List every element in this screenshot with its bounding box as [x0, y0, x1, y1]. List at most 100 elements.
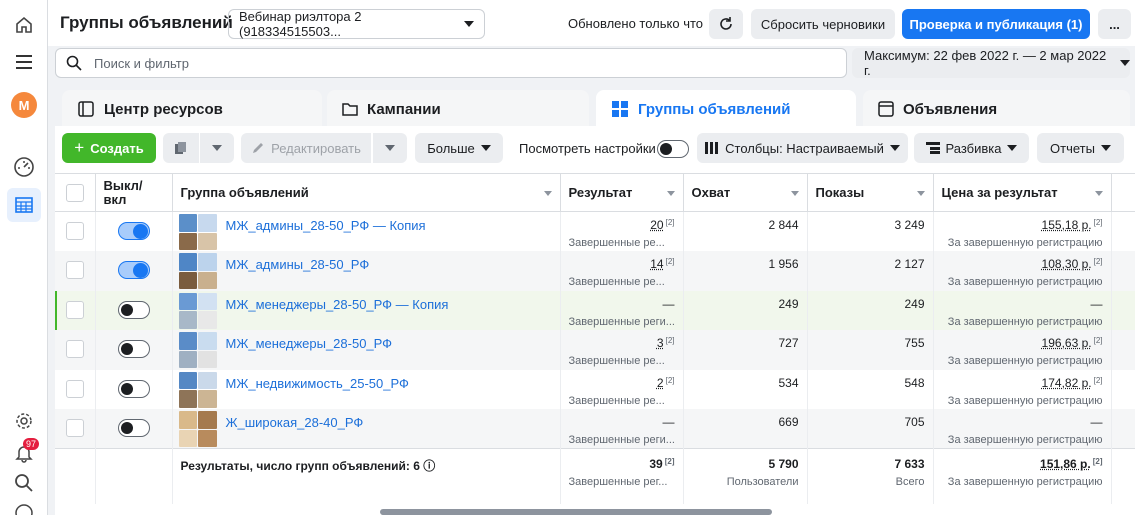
info-icon[interactable]: ⓘ — [423, 459, 435, 473]
row-checkbox[interactable] — [65, 300, 84, 319]
column-header-ad-set[interactable]: Группа объявлений — [172, 173, 561, 212]
row-toggle-cell[interactable] — [95, 290, 173, 330]
result-value[interactable]: 14 — [650, 257, 663, 271]
discard-drafts-button[interactable]: Сбросить черновики — [751, 9, 895, 39]
table-row[interactable]: Ж_широкая_28-40_РФ — Завершенные реги...… — [55, 409, 1135, 449]
edit-button[interactable]: Редактировать — [241, 133, 371, 163]
cost-cell: 196,63 р. [2] За завершенную регистрацию — [933, 330, 1112, 370]
table-row[interactable]: МЖ_админы_28-50_РФ 14 [2] Завершенные ре.… — [55, 251, 1135, 291]
column-header-cost-per-result[interactable]: Цена за результат — [933, 173, 1112, 212]
column-header-impressions[interactable]: Показы — [807, 173, 934, 212]
row-checkbox[interactable] — [65, 379, 84, 398]
ad-set-name-cell[interactable]: МЖ_недвижимость_25-50_РФ — [172, 369, 561, 409]
attribution-note: [2] — [1093, 218, 1103, 227]
result-value[interactable]: 3 — [657, 336, 664, 350]
row-checkbox[interactable] — [65, 222, 84, 240]
ad-set-name-cell[interactable]: МЖ_менеджеры_28-50_РФ — Копия — [172, 290, 561, 330]
ad-set-name-link[interactable]: МЖ_недвижимость_25-50_РФ — [226, 376, 409, 391]
sort-icon — [1094, 191, 1103, 196]
row-checkbox[interactable] — [65, 419, 84, 437]
ad-set-toggle[interactable] — [117, 261, 150, 279]
cost-value[interactable]: 196,63 р. — [1042, 336, 1092, 350]
view-settings-toggle[interactable] — [657, 140, 689, 158]
row-checkbox[interactable] — [65, 261, 84, 279]
create-button[interactable]: + Создать — [62, 133, 156, 163]
notifications-bell-icon[interactable]: 97 — [7, 436, 41, 470]
settings-gear-icon[interactable] — [7, 404, 41, 438]
row-select-cell[interactable] — [55, 409, 96, 449]
reports-button[interactable]: Отчеты — [1037, 133, 1124, 163]
home-icon[interactable] — [7, 8, 41, 42]
select-all-checkbox[interactable] — [65, 183, 84, 202]
ads-manager-table-icon[interactable] — [7, 188, 41, 222]
ad-set-name-link[interactable]: МЖ_админы_28-50_РФ — Копия — [226, 218, 426, 233]
row-select-cell[interactable] — [55, 251, 96, 291]
search-input[interactable] — [94, 55, 794, 71]
tab-resource-center[interactable]: Центр ресурсов — [62, 90, 322, 128]
tab-ad-sets[interactable]: Группы объявлений — [596, 90, 856, 128]
row-toggle-cell[interactable] — [95, 369, 173, 409]
column-header-onoff[interactable]: Выкл/ вкл — [95, 173, 173, 212]
account-avatar[interactable]: М — [7, 88, 41, 122]
column-header-reach[interactable]: Охват — [683, 173, 808, 212]
ad-set-name-cell[interactable]: МЖ_админы_28-50_РФ — Копия — [172, 211, 561, 251]
table-row[interactable]: МЖ_менеджеры_28-50_РФ — Копия — Завершен… — [55, 290, 1135, 330]
ad-set-name-link[interactable]: Ж_широкая_28-40_РФ — [226, 415, 364, 430]
horizontal-scrollbar[interactable] — [380, 509, 772, 515]
account-selector[interactable]: Вебинар риэлтора 2 (918334515503... — [228, 9, 485, 39]
search-icon[interactable] — [7, 466, 41, 500]
cost-value[interactable]: 108,30 р. — [1042, 257, 1092, 271]
ad-set-toggle[interactable] — [117, 419, 150, 437]
duplicate-button[interactable] — [163, 133, 199, 163]
cost-value: — — [1090, 415, 1103, 429]
result-value[interactable]: 20 — [650, 218, 663, 232]
ad-set-toggle[interactable] — [117, 340, 150, 358]
edit-dropdown-button[interactable] — [373, 133, 407, 163]
ad-set-toggle[interactable] — [117, 300, 150, 319]
row-toggle-cell[interactable] — [95, 251, 173, 291]
dashboard-icon[interactable] — [7, 150, 41, 184]
ad-set-name-cell[interactable]: МЖ_менеджеры_28-50_РФ — [172, 330, 561, 370]
help-icon[interactable] — [7, 496, 41, 515]
breakdown-button[interactable]: Разбивка — [914, 133, 1029, 163]
ad-set-toggle[interactable] — [117, 222, 150, 240]
tab-label: Кампании — [367, 100, 441, 118]
table-row[interactable]: МЖ_админы_28-50_РФ — Копия 20 [2] Заверше… — [55, 211, 1135, 251]
date-range-picker[interactable]: Максимум: 22 фев 2022 г. — 2 мар 2022 г. — [852, 48, 1130, 78]
row-checkbox[interactable] — [65, 340, 84, 358]
tab-campaigns[interactable]: Кампании — [327, 90, 589, 128]
row-toggle-cell[interactable] — [95, 330, 173, 370]
result-cell: 2 [2] Завершенные ре... — [560, 369, 684, 409]
review-publish-button[interactable]: Проверка и публикация (1) — [902, 9, 1090, 39]
table-row[interactable]: МЖ_недвижимость_25-50_РФ 2 [2] Завершенны… — [55, 369, 1135, 409]
select-all-header[interactable] — [55, 173, 96, 212]
refresh-button[interactable] — [709, 9, 743, 39]
more-options-button[interactable]: ... — [1098, 9, 1131, 39]
row-select-cell[interactable] — [55, 330, 96, 370]
row-select-cell[interactable] — [55, 290, 96, 330]
reach-value: 2 844 — [768, 218, 799, 232]
ad-set-name-link[interactable]: МЖ_менеджеры_28-50_РФ — [226, 336, 393, 351]
ad-set-name-link[interactable]: МЖ_менеджеры_28-50_РФ — Копия — [226, 297, 449, 312]
row-select-cell[interactable] — [55, 211, 96, 251]
cost-value[interactable]: 174,82 р. — [1042, 376, 1092, 390]
row-toggle-cell[interactable] — [95, 211, 173, 251]
table-row[interactable]: МЖ_менеджеры_28-50_РФ 3 [2] Завершенные р… — [55, 330, 1135, 370]
column-header-result[interactable]: Результат — [560, 173, 684, 212]
more-actions-button[interactable]: Больше — [415, 133, 503, 163]
cost-value[interactable]: 155,18 р. — [1042, 218, 1092, 232]
menu-icon[interactable] — [7, 45, 41, 79]
total-cost[interactable]: 151,86 р. — [1040, 457, 1091, 471]
row-toggle-cell[interactable] — [95, 409, 173, 449]
duplicate-dropdown-button[interactable] — [200, 133, 234, 163]
tab-ads[interactable]: Объявления — [863, 90, 1130, 128]
ad-set-name-cell[interactable]: Ж_широкая_28-40_РФ — [172, 409, 561, 449]
tab-label: Центр ресурсов — [104, 100, 223, 118]
result-value[interactable]: 2 — [657, 376, 664, 390]
columns-button[interactable]: Столбцы: Настраиваемый — [697, 133, 908, 163]
ad-set-name-link[interactable]: МЖ_админы_28-50_РФ — [226, 257, 370, 272]
search-bar[interactable] — [55, 48, 847, 78]
row-select-cell[interactable] — [55, 369, 96, 409]
ad-set-name-cell[interactable]: МЖ_админы_28-50_РФ — [172, 251, 561, 291]
ad-set-toggle[interactable] — [117, 379, 150, 398]
